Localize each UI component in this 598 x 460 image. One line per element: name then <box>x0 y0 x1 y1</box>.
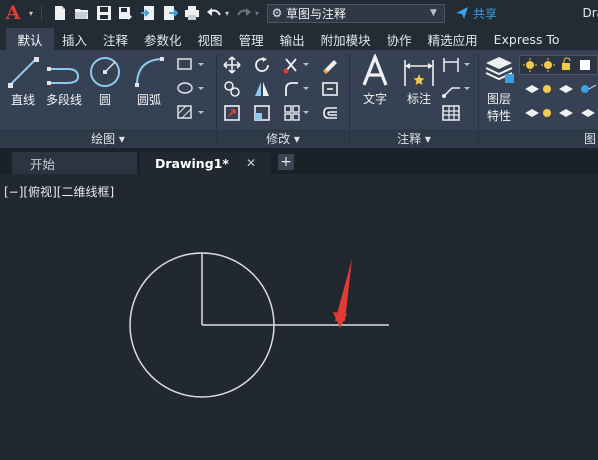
tab-default[interactable]: 默认 <box>6 28 54 50</box>
tab-collaborate[interactable]: 协作 <box>379 28 420 50</box>
trim-icon[interactable] <box>283 56 311 74</box>
circle-button[interactable]: 圆 <box>88 55 122 108</box>
annotation-panel: 文字 标注 注释 ▾ <box>350 50 478 148</box>
erase-icon[interactable] <box>321 56 339 74</box>
modify-panel-label[interactable]: 修改 ▾ <box>217 129 349 148</box>
mirror-icon[interactable] <box>253 80 271 98</box>
tab-addins[interactable]: 附加模块 <box>313 28 379 50</box>
tab-annotate[interactable]: 注释 <box>95 28 136 50</box>
undo-dropdown-icon[interactable]: ▾ <box>223 2 231 24</box>
drawing-canvas[interactable] <box>0 174 598 460</box>
move-icon[interactable] <box>223 56 241 74</box>
dimension-icon <box>404 60 434 86</box>
import-icon[interactable] <box>139 2 157 24</box>
ribbon-tabs: 默认 插入 注释 参数化 视图 管理 输出 附加模块 协作 精选应用 Expre… <box>0 26 598 50</box>
dimension-label: 标注 <box>406 92 431 106</box>
start-tab[interactable]: 开始 <box>12 152 137 174</box>
line-label: 直线 <box>10 93 35 107</box>
tab-insert[interactable]: 插入 <box>54 28 95 50</box>
new-tab-button[interactable]: + <box>278 154 294 170</box>
window-title: Dra <box>582 6 598 20</box>
copy-icon[interactable] <box>223 80 241 98</box>
layer-properties-label-2: 特性 <box>486 109 511 123</box>
new-file-icon[interactable] <box>51 2 69 24</box>
chevron-down-icon: ▼ <box>430 8 437 18</box>
viewport-controls[interactable]: [−][俯视][二维线框] <box>4 183 114 200</box>
layers-stack-icon <box>485 57 514 83</box>
text-button[interactable]: 文字 <box>358 54 392 107</box>
circle-icon <box>90 57 120 87</box>
redo-icon[interactable] <box>235 2 253 24</box>
tab-manage[interactable]: 管理 <box>231 28 272 50</box>
arc-icon <box>135 57 164 87</box>
line-button[interactable]: 直线 <box>6 55 40 108</box>
workspace-label: 草图与注释 <box>286 6 347 21</box>
redo-dropdown-icon[interactable]: ▾ <box>253 2 261 24</box>
drawing-tab-label: Drawing1* <box>155 155 229 171</box>
document-tabs: 开始 Drawing1* ✕ + <box>0 149 598 174</box>
arc-label: 圆弧 <box>136 93 161 107</box>
polyline-button[interactable]: 多段线 <box>44 55 84 108</box>
layer-properties-button[interactable]: 图层 特性 <box>483 54 515 124</box>
circle-label: 圆 <box>98 93 111 107</box>
workspace-select[interactable]: ⚙ 草图与注释 ▼ <box>267 3 445 23</box>
layers-panel-label[interactable]: 图 <box>479 129 598 148</box>
fillet-icon[interactable] <box>283 80 311 98</box>
tab-featured-apps[interactable]: 精选应用 <box>420 28 486 50</box>
array-icon[interactable] <box>283 104 311 122</box>
undo-icon[interactable] <box>205 2 223 24</box>
tab-express-tools[interactable]: Express To <box>486 28 568 50</box>
modify-panel: 修改 ▾ <box>217 50 349 148</box>
text-a-icon <box>362 54 388 86</box>
rectangle-icon[interactable] <box>176 56 206 72</box>
layers-panel: 图层 特性 图 <box>479 50 598 148</box>
share-label: 共享 <box>473 6 498 21</box>
print-icon[interactable] <box>183 2 201 24</box>
line-icon <box>8 57 39 88</box>
draw-panel-label[interactable]: 绘图 ▾ <box>0 129 216 148</box>
app-menu-arrow-icon[interactable]: ▾ <box>26 2 36 24</box>
export-icon[interactable] <box>161 2 179 24</box>
layer-dropdown[interactable] <box>519 55 598 75</box>
rotate-icon[interactable] <box>253 56 271 74</box>
autocad-logo-icon[interactable]: A <box>0 0 26 26</box>
layer-properties-label-1: 图层 <box>486 92 511 106</box>
ellipse-icon[interactable] <box>176 80 206 96</box>
close-icon[interactable]: ✕ <box>246 156 256 170</box>
text-label: 文字 <box>362 92 387 106</box>
start-tab-label: 开始 <box>30 156 56 172</box>
layer-tools-row-2-icon[interactable] <box>523 104 598 122</box>
gear-icon: ⚙ <box>271 6 283 20</box>
annotation-panel-label[interactable]: 注释 ▾ <box>350 129 478 148</box>
arc-button[interactable]: 圆弧 <box>132 55 166 108</box>
tab-view[interactable]: 视图 <box>190 28 231 50</box>
drawing-tab[interactable]: Drawing1* ✕ <box>140 152 270 174</box>
stretch-icon[interactable] <box>223 104 241 122</box>
tab-output[interactable]: 输出 <box>272 28 313 50</box>
linear-dimension-icon[interactable] <box>442 56 472 74</box>
hatch-icon[interactable] <box>176 104 206 120</box>
share-button[interactable]: 共享 <box>455 5 497 22</box>
quick-access-toolbar: A ▾ ▾ ▾ ⚙ 草图与注释 ▼ 共享 Dra <box>0 0 598 26</box>
offset-icon[interactable] <box>321 104 339 122</box>
table-icon[interactable] <box>442 104 460 122</box>
explode-icon[interactable] <box>321 80 339 98</box>
tab-parametric[interactable]: 参数化 <box>136 28 190 50</box>
paper-plane-icon <box>456 7 468 19</box>
open-folder-icon[interactable] <box>73 2 91 24</box>
divider <box>41 5 42 21</box>
leader-icon[interactable] <box>442 80 472 98</box>
scale-icon[interactable] <box>253 104 271 122</box>
dimension-button[interactable]: 标注 <box>402 54 436 107</box>
red-arrow-annotation <box>335 259 352 321</box>
draw-panel: 直线 多段线 圆 圆弧 绘图 ▾ <box>0 50 216 148</box>
ribbon: 直线 多段线 圆 圆弧 绘图 ▾ 修改 ▾ 文字 标注 注释 ▾ 图层 特性 图 <box>0 50 598 149</box>
save-as-icon[interactable] <box>117 2 135 24</box>
polyline-label: 多段线 <box>45 93 82 107</box>
layer-tools-row-1-icon[interactable] <box>523 80 598 98</box>
polyline-icon <box>47 67 80 85</box>
save-icon[interactable] <box>95 2 113 24</box>
